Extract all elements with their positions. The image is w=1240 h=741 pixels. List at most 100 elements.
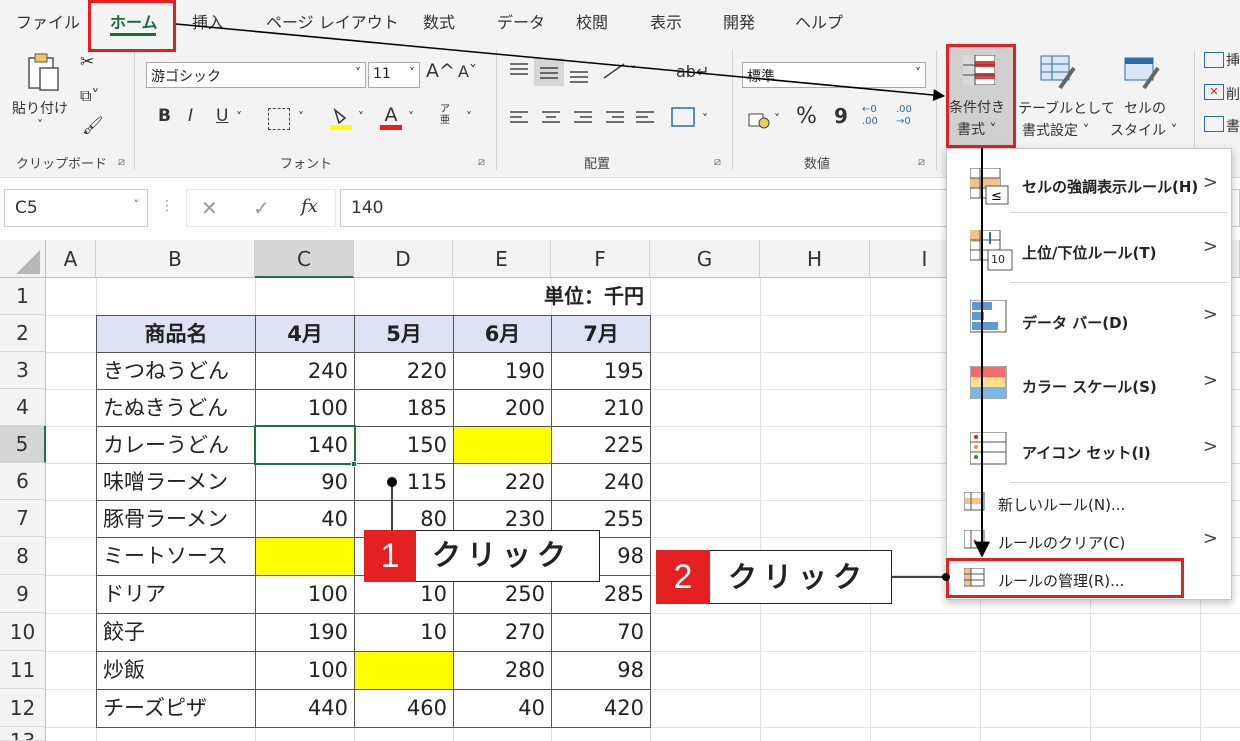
row-header[interactable]: 1 [0,278,46,315]
format-as-table-label-1[interactable]: テーブルとして [1018,98,1115,118]
chevron-down-icon[interactable]: ˅ [702,112,708,126]
confirm-entry-icon[interactable]: ✓ [253,196,270,220]
tab-formulas[interactable]: 数式 [423,9,455,33]
row-header[interactable]: 2 [0,315,46,352]
column-header[interactable]: C [255,240,354,278]
wrap-text-icon[interactable]: ab↵ [676,62,709,81]
select-all-corner[interactable] [0,240,46,278]
chevron-down-icon[interactable]: ˅ [408,110,414,124]
table-cell[interactable]: チーズピザ [96,689,256,728]
table-cell[interactable]: 220 [453,463,552,501]
chevron-down-icon[interactable]: ˅ [358,110,364,124]
insert-cells-icon[interactable] [1204,52,1224,68]
table-cell[interactable]: きつねうどん [96,352,256,390]
cancel-entry-icon[interactable]: ✕ [201,196,218,220]
table-cell[interactable]: 440 [255,689,355,728]
table-header-cell[interactable]: 5月 [354,315,454,353]
increase-decimal-button[interactable]: ←0 .00 [862,104,890,128]
name-box[interactable]: C5 ˅ [4,189,148,227]
table-cell[interactable]: ミートソース [96,537,256,576]
paste-button-label[interactable]: 貼り付け [12,98,68,118]
menu-item-color-scales[interactable]: カラー スケール(S) > [946,362,1232,406]
row-header[interactable]: 11 [0,651,46,689]
column-header[interactable]: E [453,240,551,278]
column-header[interactable]: B [96,240,255,278]
column-header[interactable]: A [46,240,96,278]
font-color-icon[interactable]: A [380,104,402,130]
table-cell[interactable]: 270 [453,613,552,652]
table-cell[interactable]: 190 [255,613,355,652]
table-cell[interactable]: 10 [354,613,454,652]
table-cell[interactable]: 280 [453,651,552,690]
row-header[interactable]: 13 [0,727,46,741]
table-cell[interactable]: たぬきうどん [96,389,256,427]
tab-help[interactable]: ヘルプ [795,9,843,33]
chevron-down-icon[interactable]: ˅ [298,110,304,124]
number-format-select[interactable]: 標準 ˅ [742,62,926,88]
table-cell[interactable]: 味噌ラーメン [96,463,256,501]
table-cell[interactable]: 70 [551,613,651,652]
chevron-down-icon[interactable]: ˅ [466,110,472,124]
menu-item-new-rule[interactable]: 新しいルール(N)... [946,488,1232,518]
row-header[interactable]: 9 [0,575,46,613]
table-cell[interactable]: 90 [255,463,355,501]
insert-cells-label[interactable]: 挿 [1226,50,1240,70]
delete-cells-icon[interactable]: ✕ [1204,84,1224,100]
table-cell[interactable]: 190 [453,352,552,390]
table-cell[interactable]: 100 [255,389,355,427]
column-header[interactable]: H [760,240,870,278]
chevron-down-icon[interactable]: ˅ [630,64,636,78]
table-cell[interactable]: 100 [255,575,355,614]
grow-font-button[interactable]: A^ [426,60,455,82]
shrink-font-button[interactable]: Aˇ [458,62,477,81]
table-cell[interactable]: 195 [551,352,651,390]
tab-review[interactable]: 校閲 [576,9,608,33]
table-cell[interactable]: 40 [255,500,355,538]
italic-button[interactable]: I [188,106,193,126]
table-cell-highlighted[interactable] [453,426,552,464]
table-cell-highlighted[interactable] [354,651,454,690]
tab-developer[interactable]: 開発 [723,9,755,33]
column-header[interactable]: D [354,240,453,278]
clipboard-launcher-icon[interactable]: ⧄ [118,155,125,169]
format-cells-icon[interactable] [1204,116,1224,132]
paste-dropdown-chevron-icon[interactable]: ˅ [37,118,43,132]
table-cell[interactable]: 240 [255,352,355,390]
delete-cells-label[interactable]: 削 [1226,84,1240,104]
menu-item-data-bars[interactable]: データ バー(D) > [946,296,1232,340]
table-cell[interactable]: 40 [453,689,552,728]
table-cell[interactable]: 225 [551,426,651,464]
table-cell[interactable]: 220 [354,352,454,390]
paste-icon[interactable] [26,52,60,92]
table-header-cell[interactable]: 商品名 [96,315,256,353]
menu-item-icon-sets[interactable]: アイコン セット(I) > [946,428,1232,472]
table-cell[interactable]: 豚骨ラーメン [96,500,256,538]
cell-styles-label-1[interactable]: セルの [1124,98,1166,118]
accounting-format-icon[interactable] [748,110,770,130]
phonetic-guide-button[interactable]: ア亜 [440,104,454,126]
table-cell[interactable]: 460 [354,689,454,728]
copy-icon[interactable]: ⧉˅ [80,86,99,106]
tab-data[interactable]: データ [497,9,545,33]
table-cell[interactable]: 150 [354,426,454,464]
cut-icon[interactable]: ✂ [80,52,94,72]
unit-label[interactable]: 単位：千円 [453,278,650,315]
number-launcher-icon[interactable]: ⧄ [918,155,925,169]
menu-item-clear-rules[interactable]: ルールのクリア(C) > [946,526,1232,556]
tab-view[interactable]: 表示 [650,9,682,33]
table-cell[interactable]: 炒飯 [96,651,256,690]
fill-handle[interactable] [351,461,357,467]
insert-function-icon[interactable]: fx [301,196,318,217]
font-name-select[interactable]: 游ゴシック ˅ [146,62,366,88]
percent-button[interactable]: % [796,104,817,129]
table-cell[interactable]: カレーうどん [96,426,256,464]
row-header[interactable]: 6 [0,463,46,500]
format-cells-label[interactable]: 書 [1226,116,1240,136]
font-launcher-icon[interactable]: ⧄ [478,155,485,169]
format-as-table-icon[interactable] [1040,54,1076,90]
row-header[interactable]: 10 [0,613,46,651]
table-cell[interactable]: 100 [255,651,355,690]
active-cell-selection[interactable] [254,425,356,465]
table-cell[interactable]: 98 [551,651,651,690]
row-header[interactable]: 3 [0,352,46,389]
